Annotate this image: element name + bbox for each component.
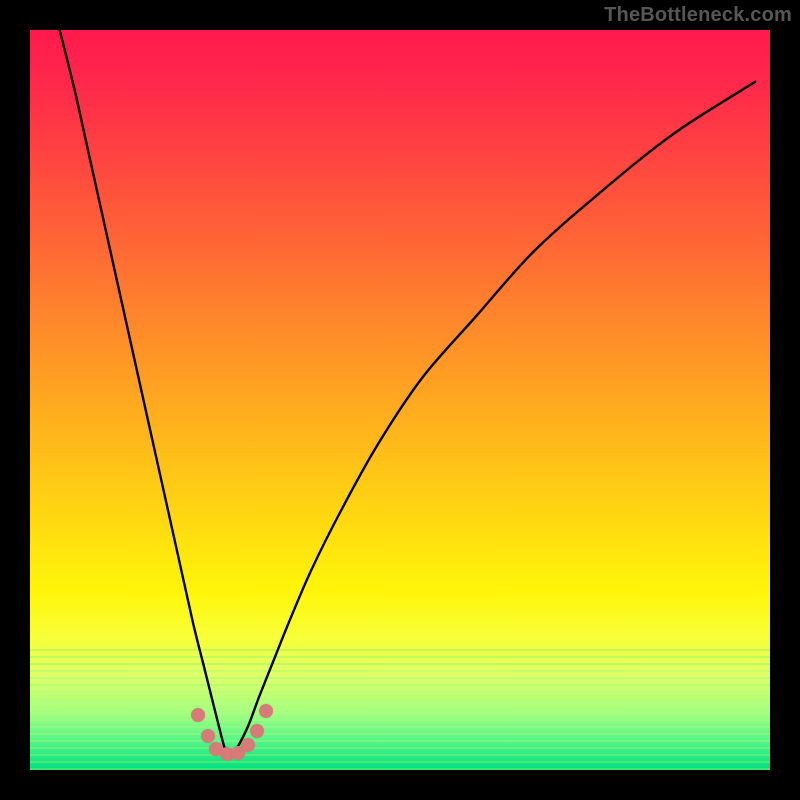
marker-dot: [191, 708, 205, 722]
plot-area: [30, 30, 770, 770]
marker-cluster: [30, 30, 770, 770]
marker-dot: [241, 738, 255, 752]
chart-root: TheBottleneck.com: [0, 0, 800, 800]
marker-dot: [259, 704, 273, 718]
marker-dot: [201, 729, 215, 743]
marker-dot: [250, 724, 264, 738]
watermark-text: TheBottleneck.com: [604, 4, 792, 27]
